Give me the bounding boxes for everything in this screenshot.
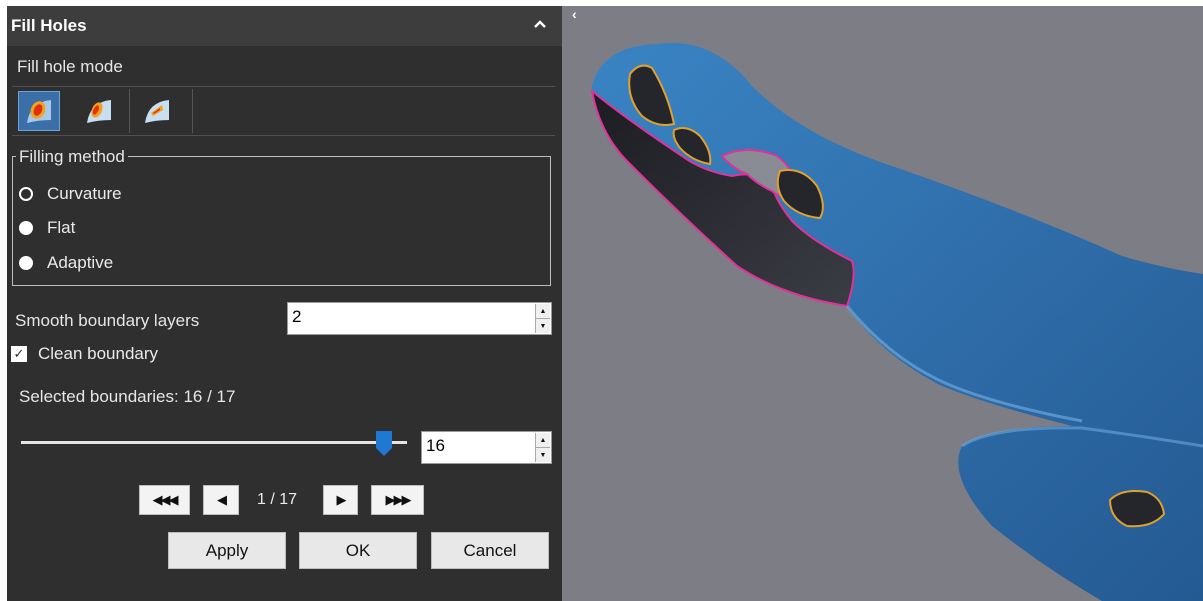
cancel-button[interactable]: Cancel — [431, 532, 549, 569]
first-boundary-button[interactable]: ◀◀◀ — [139, 485, 190, 515]
radio-adaptive[interactable]: Adaptive — [19, 253, 113, 273]
chevron-left-icon[interactable]: ‹ — [572, 6, 577, 22]
mesh-surface — [592, 43, 1203, 601]
clean-boundary-checkbox[interactable]: ✓ Clean boundary — [11, 344, 158, 364]
fill-hole-mode-curvature-button[interactable] — [18, 91, 60, 131]
smooth-boundary-label: Smooth boundary layers — [15, 311, 200, 330]
fill-hole-mode-tangent-button[interactable] — [78, 91, 120, 131]
apply-button[interactable]: Apply — [168, 532, 286, 569]
skip-first-icon: ◀◀◀ — [152, 492, 179, 507]
panel-titlebar[interactable]: Fill Holes — [7, 6, 562, 46]
radio-indicator[interactable] — [19, 187, 33, 201]
spin-up-icon[interactable]: ▲ — [536, 304, 550, 319]
hole-5 — [1108, 490, 1166, 528]
skip-last-icon: ▶▶▶ — [385, 492, 412, 507]
boundary-page-indicator: 1 / 17 — [257, 491, 298, 508]
radio-flat[interactable]: Flat — [19, 218, 75, 238]
previous-boundary-button[interactable]: ◀ — [203, 485, 239, 515]
clean-boundary-label: Clean boundary — [38, 344, 159, 363]
fill-hole-flat-mode-icon — [145, 100, 169, 123]
radio-curvature[interactable]: Curvature — [19, 184, 122, 204]
fill-hole-mode-label: Fill hole mode — [17, 57, 123, 76]
checkmark-icon[interactable]: ✓ — [11, 346, 27, 362]
boundary-slider-track[interactable] — [21, 441, 407, 444]
last-boundary-button[interactable]: ▶▶▶ — [371, 485, 424, 515]
selected-boundary-spinbox[interactable]: 16 ▲ ▼ — [421, 431, 552, 464]
spin-down-icon[interactable]: ▼ — [536, 319, 550, 333]
mesh-render — [590, 43, 1203, 601]
mode-separator — [129, 89, 130, 133]
spin-down-icon[interactable]: ▼ — [536, 448, 550, 462]
selected-boundaries-text: Selected boundaries: 16 / 17 — [19, 387, 236, 406]
ok-button[interactable]: OK — [299, 532, 417, 569]
filling-method-legend: Filling method — [16, 147, 128, 167]
radio-label: Curvature — [47, 184, 122, 203]
radio-indicator[interactable] — [19, 256, 33, 270]
fill-hole-mode-flat-button[interactable] — [136, 91, 178, 131]
fill-holes-panel: Fill Holes Fill hole mode Filling method… — [7, 6, 562, 601]
radio-label: Flat — [47, 218, 76, 237]
selected-boundary-value: 16 — [426, 436, 445, 455]
next-boundary-button[interactable]: ▶ — [323, 485, 358, 515]
smooth-boundary-spinbox[interactable]: 2 ▲ ▼ — [287, 302, 552, 335]
smooth-boundary-value: 2 — [292, 307, 302, 326]
next-icon: ▶ — [336, 492, 347, 507]
previous-icon: ◀ — [217, 492, 227, 507]
radio-indicator[interactable] — [19, 221, 33, 235]
3d-viewport[interactable]: ‹ — [562, 6, 1203, 601]
radio-label: Adaptive — [47, 253, 114, 272]
fill-hole-mode-toolbar — [12, 86, 555, 136]
chevron-up-icon[interactable] — [534, 16, 546, 34]
boundary-slider-thumb[interactable] — [375, 431, 392, 456]
fill-hole-curvature-mode-icon — [27, 100, 51, 123]
spin-up-icon[interactable]: ▲ — [536, 433, 550, 448]
fill-hole-tangent-mode-icon — [87, 100, 111, 123]
panel-title: Fill Holes — [11, 16, 87, 35]
mode-separator — [192, 89, 193, 133]
